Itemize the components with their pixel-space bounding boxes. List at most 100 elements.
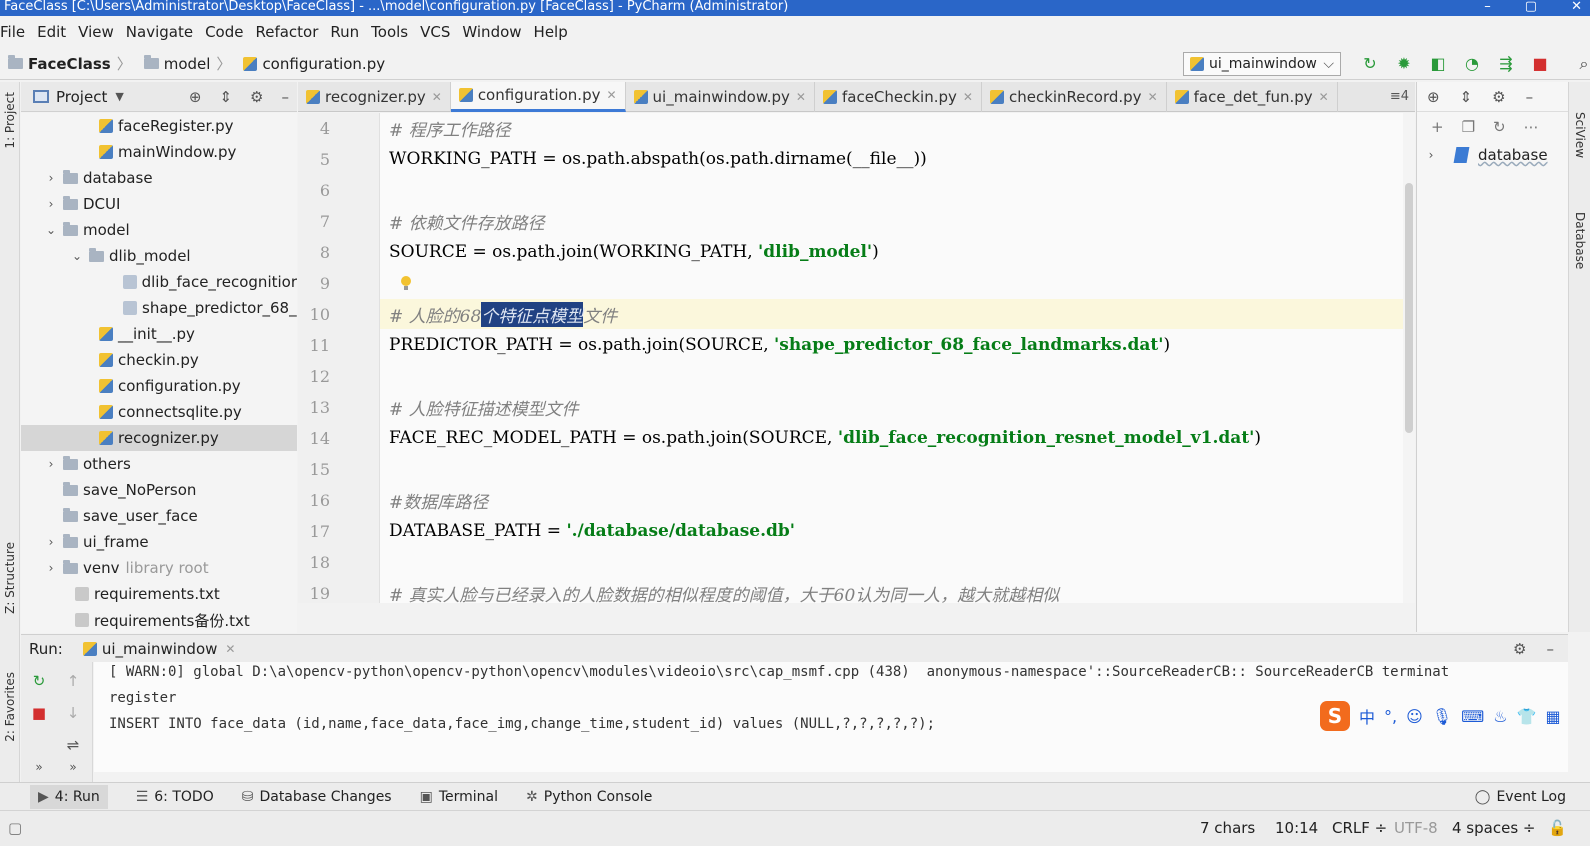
microphone-icon[interactable]: 🎙 [1432,707,1452,726]
gear-icon[interactable]: ⚙ [1513,640,1526,658]
close-tab-icon[interactable]: ✕ [225,642,235,656]
tool-window-run[interactable]: ▶ 4: Run [30,784,108,809]
tree-item-selected[interactable]: recognizer.py [21,425,297,451]
editor-scrollbar-thumb[interactable] [1405,183,1413,433]
coverage-icon[interactable]: ◧ [1428,54,1448,74]
tree-item[interactable]: ⌄ model [21,217,297,243]
tab-configuration[interactable]: configuration.py ✕ [450,81,626,112]
chevron-right-icon[interactable]: › [43,457,59,471]
sogou-logo-icon[interactable]: S [1320,701,1350,731]
file-encoding[interactable]: UTF-8 [1394,819,1438,837]
tool-window-todo[interactable]: ☰ 6: TODO [136,789,214,805]
stop-icon[interactable]: ■ [1530,54,1550,74]
close-tab-icon[interactable]: ✕ [606,88,616,102]
menu-help[interactable]: Help [534,23,568,41]
run-configuration-select[interactable]: ui_mainwindow ⌵ [1183,52,1341,76]
menu-refactor[interactable]: Refactor [255,23,318,41]
collapse-all-icon[interactable]: ⇕ [1460,88,1473,106]
grid-icon[interactable]: ▦ [1545,707,1560,726]
close-tab-icon[interactable]: ✕ [963,90,973,104]
menu-window[interactable]: Window [462,23,521,41]
ime-toolbar[interactable]: S 中 °, ☺ 🎙 ⌨ ♨ 👕 ▦ [1320,698,1568,734]
more-icon[interactable]: ⋯ [1524,118,1539,136]
tree-item[interactable]: requirements.txt [21,581,297,607]
chevron-down-icon[interactable]: ⌄ [43,223,59,237]
close-tab-icon[interactable]: ✕ [1148,90,1158,104]
layout-icon[interactable]: ▢ [8,819,22,837]
add-icon[interactable]: + [1431,118,1444,136]
emoji-icon[interactable]: ☺ [1406,707,1423,726]
lightbulb-icon[interactable] [400,276,412,292]
editor-scrollbar[interactable] [1403,113,1415,603]
refresh-icon[interactable]: ↻ [1493,118,1506,136]
menu-run[interactable]: Run [330,23,359,41]
chevron-right-icon[interactable]: › [43,197,59,211]
gear-icon[interactable]: ⚙ [1492,88,1505,106]
keyboard-icon[interactable]: ⌨ [1461,707,1484,726]
hide-icon[interactable]: – [1547,640,1555,658]
tree-item[interactable]: › database [21,165,297,191]
line-separator[interactable]: CRLF ÷ [1332,819,1387,837]
menu-file[interactable]: File [0,23,25,41]
profile-icon[interactable]: ◔ [1462,54,1482,74]
hide-icon[interactable]: – [282,88,290,106]
tree-item[interactable]: › ui_frame [21,529,297,555]
favorites-tool-label[interactable]: 2: Favorites [3,672,17,742]
close-tab-icon[interactable]: ✕ [432,90,442,104]
code-editor[interactable]: 4 5 6 7 8 9 10 11 12 13 14 15 16 17 18 1… [298,113,1415,603]
rerun-icon[interactable]: ↻ [29,672,49,690]
minimize-icon[interactable]: – [1484,0,1491,14]
tool-window-python-console[interactable]: ✲ Python Console [526,789,652,805]
tree-item[interactable]: requirements备份.txt [21,607,297,633]
project-view-select[interactable]: Project ▼ [33,88,124,106]
tree-item[interactable]: › venv library root [21,555,297,581]
more-icon[interactable]: » [63,760,83,774]
breadcrumb-folder[interactable]: model 〉 [143,53,238,74]
tree-item[interactable]: save_NoPerson [21,477,297,503]
database-tree-node[interactable]: › database [1417,142,1568,168]
structure-tool-label[interactable]: Z: Structure [3,542,17,614]
soft-wrap-icon[interactable]: ⇌ [63,736,83,754]
tab-face-det-fun[interactable]: face_det_fun.py ✕ [1167,81,1338,112]
maximize-icon[interactable]: ▢ [1525,0,1537,14]
chevron-right-icon[interactable]: › [43,171,59,185]
ime-mode-label[interactable]: 中 [1359,704,1375,728]
hide-icon[interactable]: – [1526,88,1534,106]
breadcrumb-project[interactable]: FaceClass 〉 [8,53,138,74]
tree-item[interactable]: checkin.py [21,347,297,373]
locate-icon[interactable]: ⊕ [1427,88,1440,106]
chevron-right-icon[interactable]: › [43,535,59,549]
menu-edit[interactable]: Edit [37,23,66,41]
chevron-right-icon[interactable]: › [43,561,59,575]
up-arrow-icon[interactable]: ↑ [63,672,83,690]
indent-setting[interactable]: 4 spaces ÷ [1452,819,1535,837]
tshirt-icon[interactable]: 👕 [1517,707,1537,726]
expand-icon[interactable]: » [29,760,49,774]
search-icon[interactable]: ⌕ [1574,54,1590,74]
tree-item[interactable]: mainWindow.py [21,139,297,165]
skin-icon[interactable]: ♨ [1493,707,1507,726]
close-icon[interactable]: ✕ [1571,0,1582,14]
sciview-tool-label[interactable]: SciView [1573,112,1587,158]
run-tab-ui-mainwindow[interactable]: ui_mainwindow ✕ [82,640,235,658]
gear-icon[interactable]: ⚙ [250,88,263,106]
tabs-overflow-button[interactable]: ≡4 [1390,89,1409,104]
tree-item[interactable]: configuration.py [21,373,297,399]
event-log-button[interactable]: ◯ Event Log [1475,789,1566,805]
tool-window-database-changes[interactable]: ⛁ Database Changes [242,789,392,805]
punctuation-icon[interactable]: °, [1384,707,1397,726]
tree-item[interactable]: save_user_face [21,503,297,529]
run-concurrency-icon[interactable]: ⇶ [1496,54,1516,74]
rerun-icon[interactable]: ↻ [1360,54,1380,74]
tab-ui-mainwindow[interactable]: ui_mainwindow.py ✕ [626,81,815,112]
tree-item[interactable]: › DCUI [21,191,297,217]
lock-icon[interactable]: 🔓 [1548,819,1567,837]
close-tab-icon[interactable]: ✕ [796,90,806,104]
tab-recognizer[interactable]: recognizer.py ✕ [298,81,451,112]
collapse-all-icon[interactable]: ⇕ [219,88,232,106]
menu-vcs[interactable]: VCS [420,23,450,41]
project-tool-label[interactable]: 1: Project [3,92,17,149]
stop-icon[interactable]: ■ [29,704,49,722]
chevron-down-icon[interactable]: ⌄ [69,249,85,263]
tree-item[interactable]: shape_predictor_68_ [21,295,297,321]
